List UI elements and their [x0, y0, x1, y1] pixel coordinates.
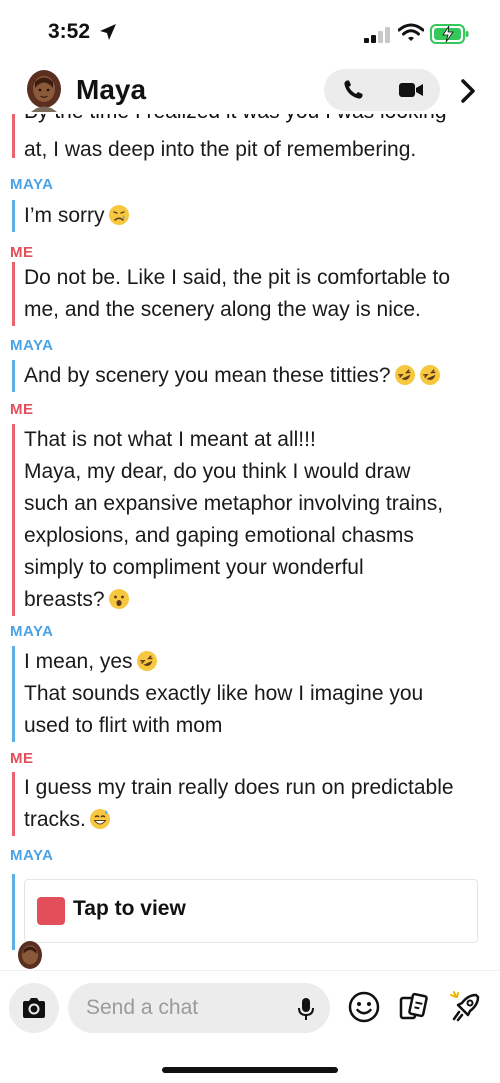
- message-bar: [12, 360, 15, 392]
- home-indicator: [162, 1067, 338, 1073]
- message-line: me, and the scenery along the way is nic…: [24, 298, 421, 321]
- message-bar: [12, 262, 15, 326]
- message-line: such an expansive metaphor involving tra…: [24, 492, 444, 515]
- avatar: [18, 941, 42, 969]
- message-line: used to flirt with mom: [24, 714, 223, 737]
- message-bar: [12, 874, 15, 950]
- sender-label: MAYA: [10, 337, 54, 354]
- sender-label: MAYA: [10, 623, 54, 640]
- sender-label: ME: [10, 750, 34, 767]
- message: I guess my train really does run on pred…: [24, 772, 490, 836]
- snap-label: Tap to view: [73, 897, 186, 920]
- snap-tap-to-view[interactable]: Tap to view: [24, 879, 478, 943]
- surprised-face-emoji-icon: [108, 589, 129, 609]
- signal-icon: [364, 27, 390, 43]
- message-line: I mean, yes: [24, 650, 133, 673]
- message-line: breasts?: [24, 588, 105, 611]
- rocket-icon[interactable]: [448, 989, 484, 1025]
- message-line: And by scenery you mean these titties?: [24, 364, 391, 387]
- wifi-icon: [398, 23, 424, 41]
- message-line: simply to compliment your wonderful: [24, 556, 364, 579]
- message-bar: [12, 114, 15, 158]
- message: Do not be. Like I said, the pit is comfo…: [24, 262, 490, 326]
- message: That is not what I meant at all!!! Maya,…: [24, 424, 490, 616]
- chat-header: Maya: [0, 60, 500, 120]
- grinning-sweat-emoji-icon: [89, 809, 110, 829]
- phone-icon: [344, 80, 363, 99]
- message-bar: [12, 646, 15, 742]
- chevron-right-icon[interactable]: [454, 78, 480, 104]
- chat-input-placeholder: Send a chat: [86, 996, 199, 1019]
- smiley-icon[interactable]: [346, 989, 382, 1025]
- snap-indicator-icon: [37, 897, 65, 925]
- chat-input[interactable]: Send a chat: [68, 983, 330, 1033]
- message-bar: [12, 200, 15, 232]
- message-line: explosions, and gaping emotional chasms: [24, 524, 414, 547]
- rofl-emoji-icon: [419, 365, 440, 385]
- battery-charging-icon: [430, 24, 469, 44]
- message-line: Maya, my dear, do you think I would draw: [24, 460, 411, 483]
- message-bar: [12, 424, 15, 616]
- avatar[interactable]: [22, 68, 66, 112]
- composer-bar: Send a chat: [0, 970, 500, 1083]
- camera-button[interactable]: [9, 983, 59, 1033]
- message-bar: [12, 772, 15, 836]
- rofl-emoji-icon: [136, 651, 157, 671]
- message: at, I was deep into the pit of rememberi…: [24, 134, 490, 166]
- message-line: I’m sorry: [24, 204, 105, 227]
- rofl-emoji-icon: [394, 365, 415, 385]
- message-line: at, I was deep into the pit of rememberi…: [24, 138, 417, 161]
- sender-label: MAYA: [10, 847, 54, 864]
- message-line: tracks.: [24, 808, 86, 831]
- location-arrow-icon: [100, 24, 116, 40]
- message: And by scenery you mean these titties?: [24, 360, 490, 392]
- message-line-with-emoji: breasts?: [24, 584, 490, 616]
- message-line-with-emoji: tracks.: [24, 804, 490, 836]
- camera-icon: [23, 998, 45, 1018]
- video-icon: [399, 83, 423, 97]
- cards-icon[interactable]: [396, 989, 432, 1025]
- sender-label: ME: [10, 401, 34, 418]
- crying-face-emoji-icon: [108, 205, 129, 225]
- status-bar: 3:52: [0, 0, 500, 60]
- sender-label: MAYA: [10, 176, 54, 193]
- message-line: I guess my train really does run on pred…: [24, 776, 454, 799]
- voice-call-button[interactable]: [324, 69, 382, 111]
- contact-name[interactable]: Maya: [76, 74, 146, 106]
- status-time: 3:52: [48, 20, 91, 43]
- message: I’m sorry: [24, 200, 490, 232]
- message-line-with-emoji: I mean, yes: [24, 646, 490, 678]
- call-button-group: [324, 69, 440, 111]
- partial-message: By the time I realized it was you I was …: [24, 114, 447, 124]
- message-line: That is not what I meant at all!!!: [24, 428, 316, 451]
- message-line: That sounds exactly like how I imagine y…: [24, 682, 424, 705]
- video-call-button[interactable]: [382, 69, 440, 111]
- sender-label: ME: [10, 244, 34, 261]
- message-line: Do not be. Like I said, the pit is comfo…: [24, 266, 451, 289]
- mic-icon[interactable]: [296, 997, 316, 1021]
- message: I mean, yes That sounds exactly like how…: [24, 646, 490, 742]
- conversation[interactable]: By the time I realized it was you I was …: [0, 114, 500, 970]
